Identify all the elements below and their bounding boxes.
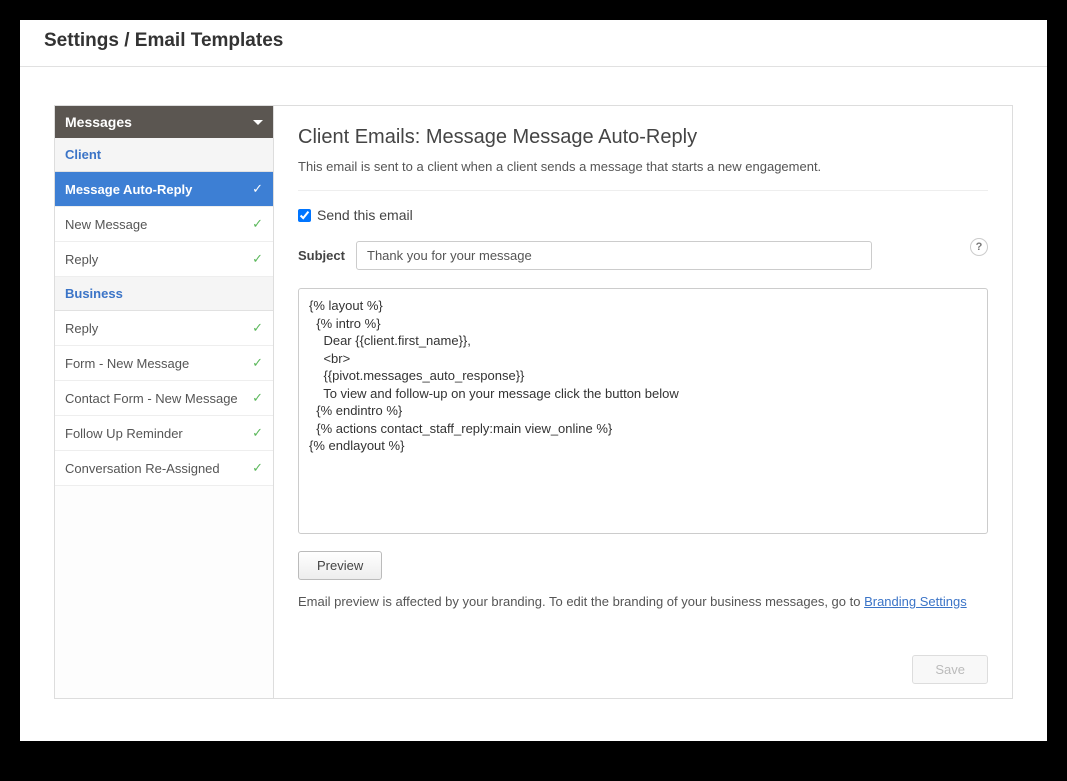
page-title: Settings / Email Templates <box>44 30 1023 52</box>
sidebar-item-label: Form - New Message <box>65 356 189 371</box>
main-description: This email is sent to a client when a cl… <box>298 159 988 174</box>
sidebar-item-new-message[interactable]: New Message ✓ <box>55 207 273 242</box>
sidebar-item-label: New Message <box>65 217 147 232</box>
sidebar: Messages Client Message Auto-Reply ✓ New… <box>55 106 274 698</box>
check-icon: ✓ <box>252 390 263 406</box>
send-email-label: Send this email <box>317 207 413 223</box>
save-button[interactable]: Save <box>912 655 988 684</box>
sidebar-item-label: Reply <box>65 321 98 336</box>
sidebar-item-follow-up-reminder[interactable]: Follow Up Reminder ✓ <box>55 416 273 451</box>
check-icon: ✓ <box>252 320 263 336</box>
sidebar-item-message-auto-reply[interactable]: Message Auto-Reply ✓ <box>55 172 273 207</box>
send-email-checkbox[interactable] <box>298 209 311 222</box>
divider <box>298 190 988 191</box>
check-icon: ✓ <box>252 425 263 441</box>
sidebar-header[interactable]: Messages <box>55 106 273 138</box>
check-icon: ✓ <box>252 216 263 232</box>
sidebar-item-label: Contact Form - New Message <box>65 391 238 406</box>
sidebar-item-label: Reply <box>65 252 98 267</box>
branding-note: Email preview is affected by your brandi… <box>298 594 988 609</box>
check-icon: ✓ <box>252 355 263 371</box>
branding-settings-link[interactable]: Branding Settings <box>864 594 967 609</box>
sidebar-item-reply-client[interactable]: Reply ✓ <box>55 242 273 277</box>
sidebar-item-label: Message Auto-Reply <box>65 182 192 197</box>
chevron-down-icon <box>253 120 263 125</box>
sidebar-item-form-new-message[interactable]: Form - New Message ✓ <box>55 346 273 381</box>
preview-button[interactable]: Preview <box>298 551 382 580</box>
help-icon[interactable]: ? <box>970 238 988 256</box>
sidebar-item-label: Conversation Re-Assigned <box>65 461 220 476</box>
section-title-client[interactable]: Client <box>55 138 273 172</box>
sidebar-item-reply-business[interactable]: Reply ✓ <box>55 311 273 346</box>
sidebar-item-label: Follow Up Reminder <box>65 426 183 441</box>
sidebar-item-contact-form-new-message[interactable]: Contact Form - New Message ✓ <box>55 381 273 416</box>
header-bar: Settings / Email Templates <box>20 20 1047 67</box>
section-title-business[interactable]: Business <box>55 277 273 311</box>
sidebar-item-conversation-reassigned[interactable]: Conversation Re-Assigned ✓ <box>55 451 273 486</box>
subject-input[interactable] <box>356 241 872 270</box>
subject-label: Subject <box>298 248 346 263</box>
check-icon: ✓ <box>252 251 263 267</box>
note-text: Email preview is affected by your brandi… <box>298 594 864 609</box>
check-icon: ✓ <box>252 460 263 476</box>
check-icon: ✓ <box>252 181 263 197</box>
sidebar-header-label: Messages <box>65 114 132 130</box>
email-body-textarea[interactable] <box>298 288 988 534</box>
main-title: Client Emails: Message Message Auto-Repl… <box>298 126 988 149</box>
main-panel: Client Emails: Message Message Auto-Repl… <box>274 106 1012 698</box>
